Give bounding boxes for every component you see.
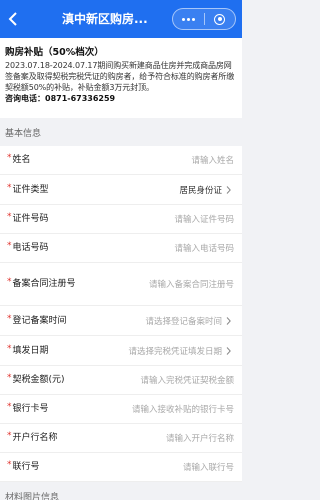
top-nav-bar: 滇中新区购房... [0, 0, 242, 38]
field-label-wrap: * 填发日期 [7, 344, 95, 358]
field-input-bank-code[interactable]: 请输入联行号 [95, 461, 234, 473]
section-materials: 材料图片信息 [0, 486, 242, 500]
chevron-left-icon [8, 12, 17, 26]
notice-contact: 咨询电话：0871-67336259 [5, 94, 116, 103]
form-row-bank-name[interactable]: * 开户行名称 请输入开户行名称 [0, 424, 242, 453]
field-select-id-type[interactable]: 居民身份证 [95, 184, 222, 196]
subsidy-notice: 购房补贴（50%档次） 2023.07.18-2024.07.17期间购买新建商… [0, 38, 242, 118]
field-label-wrap: * 登记备案时间 [7, 314, 95, 328]
form-row-deed-tax-amount[interactable]: * 契税金额(元) 请输入完税凭证契税金额 [0, 366, 242, 395]
mini-program-capsule [172, 8, 236, 30]
more-dots-icon [181, 17, 195, 21]
section-basic-info: 基本信息 [0, 122, 242, 146]
field-input-bank-card[interactable]: 请输入接收补贴的银行卡号 [95, 403, 234, 415]
field-select-issue-date[interactable]: 请选择完税凭证填发日期 [95, 345, 222, 357]
field-label: 备案合同注册号 [12, 279, 76, 289]
notice-title: 购房补贴（50%档次） [5, 47, 104, 58]
application-form: * 姓名 请输入姓名 * 证件类型 居民身份证 * 证件号码 请输入证件号码 * 电话号码 请输入电话… [0, 146, 242, 482]
field-label-wrap: * 电话号码 [7, 241, 95, 255]
target-circle-icon [214, 13, 226, 25]
field-label: 契税金额(元) [12, 375, 65, 385]
field-label: 姓名 [12, 155, 31, 165]
field-label: 填发日期 [12, 345, 49, 356]
required-mark: * [7, 182, 12, 193]
form-row-name[interactable]: * 姓名 请输入姓名 [0, 146, 242, 175]
field-input-deed-tax-amount[interactable]: 请输入完税凭证契税金额 [95, 374, 234, 386]
field-select-filing-date[interactable]: 请选择登记备案时间 [95, 315, 222, 327]
field-label-wrap: * 契税金额(元) [7, 373, 95, 387]
field-label-wrap: * 证件号码 [7, 212, 95, 226]
field-label-wrap: * 开户行名称 [7, 431, 95, 445]
required-mark: * [7, 153, 12, 163]
field-input-name[interactable]: 请输入姓名 [95, 154, 234, 166]
form-row-issue-date[interactable]: * 填发日期 请选择完税凭证填发日期 [0, 336, 242, 366]
chevron-right-icon [226, 346, 234, 355]
required-mark: * [7, 460, 12, 470]
field-label: 电话号码 [12, 243, 49, 253]
field-input-contract-reg-no[interactable]: 请输入备案合同注册号 [95, 278, 234, 290]
more-button[interactable] [173, 9, 204, 29]
chevron-right-icon [226, 316, 234, 325]
field-label-wrap: * 银行卡号 [7, 402, 95, 416]
close-mini-program-button[interactable] [205, 9, 236, 29]
form-row-id-number[interactable]: * 证件号码 请输入证件号码 [0, 205, 242, 234]
field-label: 登记备案时间 [12, 315, 67, 326]
field-input-phone[interactable]: 请输入电话号码 [95, 242, 234, 254]
field-label: 联行号 [12, 462, 40, 472]
back-button[interactable] [0, 0, 26, 38]
required-mark: * [7, 313, 12, 324]
required-mark: * [7, 343, 12, 354]
field-input-bank-name[interactable]: 请输入开户行名称 [95, 432, 234, 444]
chevron-right-icon [226, 185, 234, 194]
field-label-wrap: * 备案合同注册号 [7, 277, 95, 291]
required-mark: * [7, 431, 12, 441]
form-row-filing-date[interactable]: * 登记备案时间 请选择登记备案时间 [0, 306, 242, 336]
page-title: 滇中新区购房... [62, 12, 148, 26]
field-label: 证件号码 [12, 214, 49, 224]
field-input-id-number[interactable]: 请输入证件号码 [95, 213, 234, 225]
notice-body: 2023.07.18-2024.07.17期间购买新建商品住房并完成商品房网签备… [5, 61, 235, 92]
field-label-wrap: * 姓名 [7, 153, 95, 167]
required-mark: * [7, 241, 12, 251]
field-label: 银行卡号 [12, 404, 49, 414]
form-row-contract-reg-no[interactable]: * 备案合同注册号 请输入备案合同注册号 [0, 263, 242, 306]
form-row-bank-code[interactable]: * 联行号 请输入联行号 [0, 453, 242, 482]
required-mark: * [7, 277, 12, 287]
required-mark: * [7, 402, 12, 412]
form-row-bank-card[interactable]: * 银行卡号 请输入接收补贴的银行卡号 [0, 395, 242, 424]
form-row-phone[interactable]: * 电话号码 请输入电话号码 [0, 234, 242, 263]
field-label-wrap: * 联行号 [7, 460, 95, 474]
field-label-wrap: * 证件类型 [7, 183, 95, 197]
form-row-id-type[interactable]: * 证件类型 居民身份证 [0, 175, 242, 205]
required-mark: * [7, 212, 12, 222]
required-mark: * [7, 373, 12, 383]
field-label: 证件类型 [12, 184, 49, 195]
field-label: 开户行名称 [12, 433, 58, 443]
